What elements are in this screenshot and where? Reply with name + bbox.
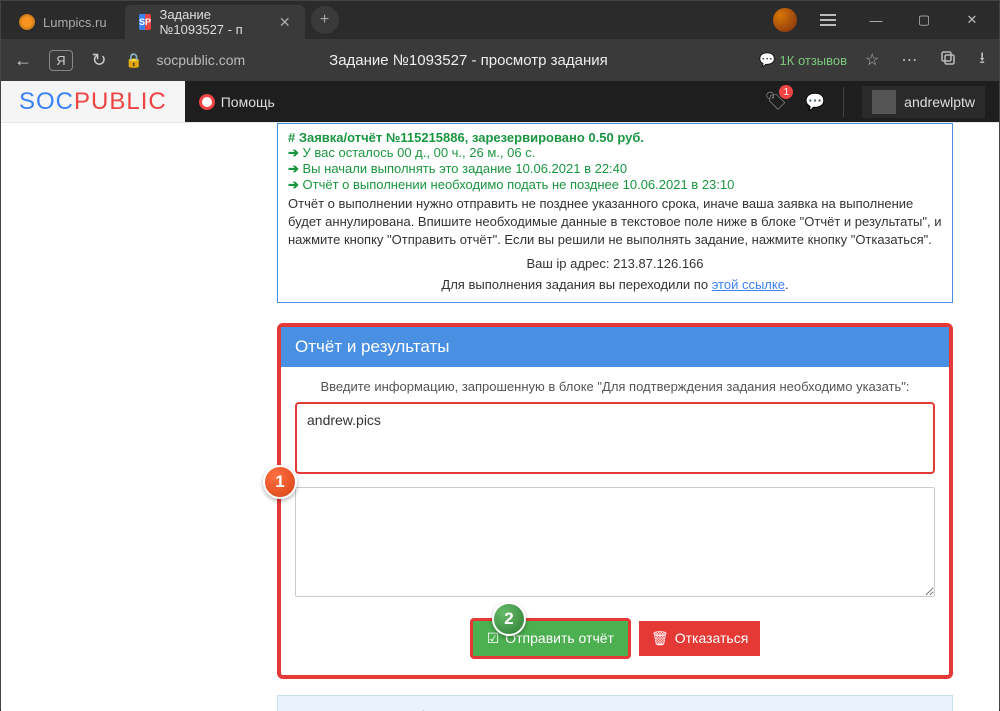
report-body: Введите информацию, запрошенную в блоке … (281, 367, 949, 675)
no-reports-notice: Нет ни одного отчёта/результата. (277, 695, 953, 711)
back-button[interactable]: ← (11, 50, 35, 71)
tab-socpublic[interactable]: SP Задание №1093527 - п ✕ (125, 5, 305, 39)
user-menu[interactable]: andrewlptw (862, 86, 985, 118)
tab-lumpics[interactable]: Lumpics.ru (5, 5, 121, 39)
action-row: ☑ Отправить отчёт 🗑 Отказаться (295, 618, 935, 659)
address-bar: ← Я ↻ 🔒 socpublic.com Задание №1093527 -… (1, 39, 999, 81)
site-header: SOCPUBLIC Помощь 🏷 1 💬 andrewlptw (1, 81, 999, 123)
bookmark-icon[interactable]: ☆ (861, 50, 883, 70)
tab-label: Lumpics.ru (43, 15, 107, 30)
deadline-line: ➔ Отчёт о выполнении необходимо подать н… (288, 177, 942, 193)
nav-help-label: Помощь (221, 94, 275, 110)
report-header: Отчёт и результаты (281, 327, 949, 367)
lifebuoy-icon (199, 94, 215, 110)
trash-icon: 🗑 (651, 630, 669, 647)
report-instruction: Введите информацию, запрошенную в блоке … (295, 379, 935, 394)
reservation-line: # Заявка/отчёт №115215886, зарезервирова… (288, 130, 942, 145)
tab-label: Задание №1093527 - п (159, 7, 270, 37)
logo-soc: SOC (19, 88, 74, 115)
minimize-button[interactable]: — (853, 1, 899, 39)
cancel-label: Отказаться (675, 630, 749, 646)
download-icon[interactable]: ⭳ (975, 47, 989, 74)
page-content: SOCPUBLIC Помощь 🏷 1 💬 andrewlptw (1, 81, 999, 711)
chat-icon[interactable]: 💬 (805, 92, 825, 112)
username: andrewlptw (904, 94, 975, 110)
reviews-widget[interactable]: 💬 1К отзывов (759, 52, 847, 68)
nav-help[interactable]: Помощь (199, 94, 275, 110)
report-input-secondary[interactable] (295, 487, 935, 597)
task-link[interactable]: этой ссылке (712, 277, 785, 292)
notifications-button[interactable]: 🏷 1 (764, 91, 787, 112)
notif-badge: 1 (779, 85, 793, 99)
report-panel: Отчёт и результаты Введите информацию, з… (277, 323, 953, 679)
menu-button[interactable] (805, 1, 851, 39)
title-bar: Lumpics.ru SP Задание №1093527 - п ✕ + —… (1, 1, 999, 39)
reload-button[interactable]: ↻ (87, 50, 111, 71)
report-input-primary[interactable] (295, 402, 935, 474)
yandex-icon[interactable]: Я (49, 50, 73, 71)
started-line: ➔ Вы начали выполнять это задание 10.06.… (288, 161, 942, 177)
logo-public: PUBLIC (74, 88, 167, 115)
user-avatar-icon (872, 90, 896, 114)
tabs-area: Lumpics.ru SP Задание №1093527 - п ✕ + (1, 1, 773, 39)
separator (843, 87, 844, 117)
site-logo[interactable]: SOCPUBLIC (1, 88, 185, 116)
content-area: # Заявка/отчёт №115215886, зарезервирова… (1, 123, 999, 711)
collections-icon[interactable] (935, 49, 961, 72)
new-tab-button[interactable]: + (311, 6, 339, 34)
maximize-button[interactable]: ▢ (901, 1, 947, 39)
tab-favicon-icon (19, 14, 35, 30)
callout-1: 1 (263, 465, 297, 499)
tab-favicon-icon: SP (139, 14, 152, 30)
window-frame: Lumpics.ru SP Задание №1093527 - п ✕ + —… (0, 0, 1000, 710)
callout-2: 2 (492, 602, 526, 636)
submit-label: Отправить отчёт (505, 630, 614, 646)
reservation-info-box: # Заявка/отчёт №115215886, зарезервирова… (277, 123, 953, 303)
link-prefix: Для выполнения задания вы переходили по (441, 277, 711, 292)
lock-icon[interactable]: 🔒 (125, 52, 142, 69)
close-button[interactable]: ✕ (949, 1, 995, 39)
window-controls: — ▢ ✕ (773, 1, 999, 39)
ip-line: Ваш ip адрес: 213.87.126.166 (288, 256, 942, 271)
profile-avatar-icon[interactable] (773, 8, 797, 32)
time-left-line: ➔ У вас осталось 00 д., 00 ч., 26 м., 06… (288, 145, 942, 161)
dark-nav: Помощь 🏷 1 💬 andrewlptw (185, 81, 999, 122)
info-body: Отчёт о выполнении нужно отправить не по… (288, 195, 942, 250)
link-line: Для выполнения задания вы переходили по … (288, 277, 942, 292)
more-icon[interactable]: ⋯ (897, 50, 921, 70)
reviews-count: 1К отзывов (780, 53, 848, 68)
close-icon[interactable]: ✕ (279, 14, 291, 31)
cancel-button[interactable]: 🗑 Отказаться (639, 621, 760, 656)
page-title: Задание №1093527 - просмотр задания (329, 52, 745, 69)
url-text[interactable]: socpublic.com (156, 52, 245, 68)
